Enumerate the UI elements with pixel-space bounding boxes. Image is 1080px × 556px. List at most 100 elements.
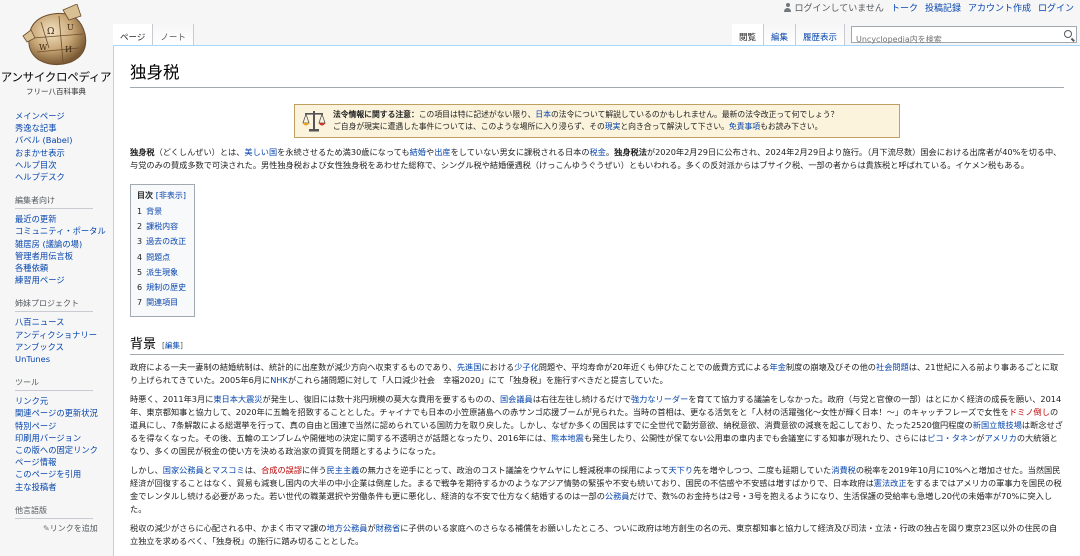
link-beautiful-country[interactable]: 美しい国 (244, 147, 277, 157)
link-nhk[interactable]: NHK (270, 375, 288, 385)
link-consumption-tax[interactable]: 消費税 (831, 465, 856, 475)
contributions-link[interactable]: 投稿記録 (925, 1, 961, 14)
sidebar-item-label[interactable]: アンディクショナリー (15, 330, 97, 340)
link-kumamoto-earthquake[interactable]: 熊本地震 (551, 433, 584, 443)
toc-link[interactable]: 派生現象 (146, 268, 178, 277)
link-amakudari[interactable]: 天下り (669, 465, 694, 475)
sidebar-item-permalink[interactable]: この版への固定リンク (15, 444, 112, 456)
sidebar-item-community-portal[interactable]: コミュニティ・ポータル (15, 225, 112, 237)
link-public-servant[interactable]: 公務員 (605, 491, 630, 501)
link-constitution-amendment[interactable]: 憲法改正 (874, 478, 907, 488)
sidebar-item-admin-board[interactable]: 管理者用伝言板 (15, 250, 112, 262)
toc-item[interactable]: 5 派生現象 (137, 265, 186, 280)
link-fallacy[interactable]: 合成の誤謬 (261, 465, 302, 475)
link-earthquake[interactable]: 東日本大震災 (213, 394, 262, 404)
toc-link[interactable]: 過去の改正 (146, 237, 186, 246)
link-ministry-of-finance[interactable]: 財務省 (376, 523, 401, 533)
sidebar-item-label[interactable]: UnTunes (15, 354, 50, 364)
sidebar-item-label[interactable]: 特別ページ (15, 421, 56, 431)
sidebar-item-label[interactable]: リンク元 (15, 396, 48, 406)
link-social-problems[interactable]: 社会問題 (876, 362, 909, 372)
sidebar-item-label[interactable]: ページ情報 (15, 457, 56, 467)
link-diet-members[interactable]: 国会議員 (500, 394, 533, 404)
sidebar-item-label[interactable]: 八百ニュース (15, 317, 64, 327)
tab-edit[interactable]: 編集 (763, 24, 796, 46)
sidebar-item-undictionary[interactable]: アンディクショナリー (15, 329, 112, 341)
sidebar-item-untunes[interactable]: UnTunes (15, 353, 112, 365)
link-mass-media[interactable]: マスコミ (212, 465, 245, 475)
sidebar-item-label[interactable]: アンブックス (15, 342, 64, 352)
sidebar-item-whatlinkshere[interactable]: リンク元 (15, 395, 112, 407)
link-disclaimer[interactable]: 免責事項 (729, 122, 760, 131)
sidebar-item-special-pages[interactable]: 特別ページ (15, 420, 112, 432)
link-america[interactable]: アメリカ (984, 433, 1016, 443)
sidebar-item-label[interactable]: コミュニティ・ポータル (15, 226, 106, 236)
section-edit-link[interactable]: 編集 (165, 341, 180, 350)
sidebar-item-label[interactable]: このページを引用 (15, 469, 81, 479)
sidebar-item-village-pump[interactable]: 雑居房 (議論の場) (15, 238, 112, 250)
create-account-link[interactable]: アカウント作成 (968, 1, 1031, 14)
tab-page[interactable]: ページ (113, 24, 154, 46)
site-logo[interactable]: Ω U W И アンサイクロペディア フリー八百科事典 (0, 0, 112, 100)
link-domino[interactable]: ドミノ倒し (1009, 407, 1050, 417)
sidebar-item-related-changes[interactable]: 関連ページの更新状況 (15, 407, 112, 419)
link-japan[interactable]: 日本 (535, 110, 551, 119)
sidebar-item-label[interactable]: 印刷用バージョン (15, 433, 81, 443)
link-civil-servants[interactable]: 国家公務員 (163, 465, 204, 475)
sidebar-item-unnews[interactable]: 八百ニュース (15, 316, 112, 328)
sidebar-item-requests[interactable]: 各種依頼 (15, 262, 112, 274)
toc-item[interactable]: 7 関連項目 (137, 295, 186, 310)
sidebar-item-random[interactable]: おまかせ表示 (15, 147, 112, 159)
link-low-birthrate[interactable]: 少子化 (514, 362, 539, 372)
toc-item[interactable]: 6 規制の歴史 (137, 280, 186, 295)
link-person[interactable]: ピコ・タネン (927, 433, 976, 443)
sidebar-item-page-info[interactable]: ページ情報 (15, 456, 112, 468)
add-interlanguage-link[interactable]: ✎リンクを追加 (15, 523, 112, 534)
link-marriage[interactable]: 結婚 (410, 147, 426, 157)
toc-link[interactable]: 規制の歴史 (146, 283, 186, 292)
sidebar-item-label[interactable]: おまかせ表示 (15, 148, 65, 158)
link-local-civil-servant[interactable]: 地方公務員 (327, 523, 368, 533)
sidebar-item-help-contents[interactable]: ヘルプ目次 (15, 159, 112, 171)
sidebar-item-label[interactable]: 各種依頼 (15, 263, 48, 273)
sidebar-item-label[interactable]: ヘルプ目次 (15, 160, 57, 170)
tab-edit-label[interactable]: 編集 (771, 33, 788, 43)
toc-link[interactable]: 課税内容 (146, 222, 178, 231)
toc-toggle-button[interactable]: [非表示] (156, 191, 186, 200)
sidebar-item-label[interactable]: 最近の更新 (15, 214, 57, 224)
sidebar-item-help-desk[interactable]: ヘルプデスク (15, 171, 112, 183)
link-national-stadium[interactable]: 新国立競技場 (973, 420, 1022, 430)
toc-link[interactable]: 関連項目 (146, 298, 178, 307)
sidebar-item-contributors[interactable]: 主な投稿者 (15, 481, 112, 493)
toc-item[interactable]: 3 過去の改正 (137, 234, 186, 249)
link-childbirth[interactable]: 出産 (434, 147, 450, 157)
sidebar-item-label[interactable]: 秀逸な記事 (15, 123, 57, 133)
tab-talk[interactable]: ノート (153, 24, 194, 46)
toc-link[interactable]: 問題点 (146, 253, 170, 262)
sidebar-item-sandbox[interactable]: 練習用ページ (15, 274, 112, 286)
link-strong-leader[interactable]: 強力なリーダー (631, 394, 688, 404)
sidebar-item-label[interactable]: 主な投稿者 (15, 482, 57, 492)
sidebar-item-recent-changes[interactable]: 最近の更新 (15, 213, 112, 225)
sidebar-item-label[interactable]: この版への固定リンク (15, 445, 98, 455)
toc-item[interactable]: 4 問題点 (137, 250, 186, 265)
link-democracy[interactable]: 民主主義 (327, 465, 360, 475)
sidebar-item-cite[interactable]: このページを引用 (15, 468, 112, 480)
sidebar-item-label[interactable]: 雑居房 (議論の場) (15, 239, 82, 249)
sidebar-item-unbooks[interactable]: アンブックス (15, 341, 112, 353)
sidebar-item-main-page[interactable]: メインページ (15, 110, 112, 122)
talk-link[interactable]: トーク (891, 1, 918, 14)
link-developed-countries[interactable]: 先進国 (457, 362, 482, 372)
sidebar-item-label[interactable]: 関連ページの更新状況 (15, 408, 98, 418)
sidebar-item-label[interactable]: メインページ (15, 111, 65, 121)
sidebar-item-babel[interactable]: バベル (Babel) (15, 134, 112, 146)
link-reality[interactable]: 現実 (605, 122, 621, 131)
tab-read[interactable]: 閲覧 (731, 24, 764, 46)
toc-item[interactable]: 2 課税内容 (137, 219, 186, 234)
sidebar-item-print-version[interactable]: 印刷用バージョン (15, 432, 112, 444)
link-tax[interactable]: 税金 (590, 147, 606, 157)
sidebar-item-label[interactable]: バベル (Babel) (15, 135, 72, 145)
sidebar-item-label[interactable]: 管理者用伝言板 (15, 251, 73, 261)
search-icon[interactable] (1064, 30, 1072, 38)
sidebar-item-featured[interactable]: 秀逸な記事 (15, 122, 112, 134)
